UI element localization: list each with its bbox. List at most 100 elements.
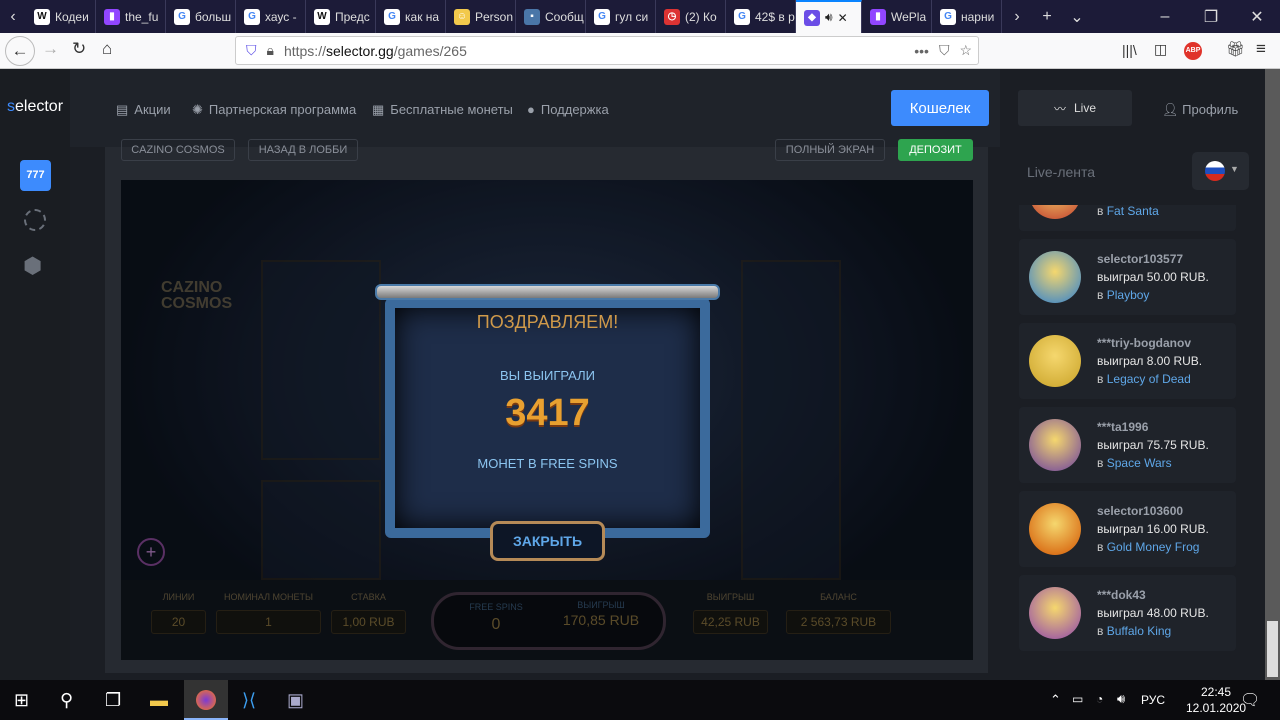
restore-icon[interactable]: ❐ (1188, 7, 1234, 27)
browser-tab[interactable]: Gнарни (932, 0, 1002, 33)
live-feed-item[interactable]: в Fat Santa (1019, 205, 1236, 231)
browser-tab[interactable]: W Кодеи (26, 0, 96, 33)
firefox-taskbar-button[interactable] (184, 680, 228, 720)
new-tab-icon[interactable]: + (1032, 8, 1062, 26)
cube-icon[interactable]: ⬢ (23, 253, 42, 279)
feed-game-link[interactable]: Legacy of Dead (1107, 372, 1191, 386)
app-icon[interactable]: ▣ (287, 690, 304, 711)
fullscreen-button[interactable]: ПОЛНЫЙ ЭКРАН (775, 139, 885, 161)
browser-tab[interactable]: Gхаус - (236, 0, 306, 33)
browser-tab[interactable]: ▮ WePla (862, 0, 932, 33)
nav-free-coins[interactable]: ▦ Бесплатные монеты (372, 102, 513, 118)
feed-win-text: выиграл 75.75 RUB. (1097, 438, 1209, 452)
live-feed-item[interactable]: ***triy-bogdanov выиграл 8.00 RUB. в Leg… (1019, 323, 1236, 399)
live-feed-item[interactable]: ***ta1996 выиграл 75.75 RUB. в Space War… (1019, 407, 1236, 483)
browser-tab-bar: ‹ W Кодеи ▮ the_fu Gбольш Gхаус - W Предс Gкак н… (0, 0, 1280, 33)
gift-icon[interactable]: 🎁︎ (1226, 40, 1245, 58)
win-dialog: ПОЗДРАВЛЯЕМ! ВЫ ВЫИГРАЛИ 3417 МОНЕТ В FR… (355, 280, 740, 561)
live-feed-item[interactable]: selector103577 выиграл 50.00 RUB. в Play… (1019, 239, 1236, 315)
you-won-label: ВЫ ВЫИГРАЛИ (500, 368, 595, 383)
deposit-button[interactable]: ДЕПОЗИТ (898, 139, 973, 161)
nav-promotions[interactable]: ▤ Акции (116, 102, 171, 118)
game-avatar[interactable] (1029, 251, 1081, 303)
tab-scroll-left-icon[interactable]: ‹ (0, 8, 26, 26)
forward-icon[interactable]: → (42, 39, 59, 59)
wallet-button[interactable]: Кошелек (891, 90, 989, 126)
russia-flag-icon (1205, 161, 1225, 181)
file-explorer-icon[interactable]: ▬ (150, 690, 168, 711)
notifications-icon[interactable]: 🗨︎ (1240, 690, 1260, 710)
browser-tab[interactable]: G 42$ в р (726, 0, 796, 33)
browser-tab[interactable]: ◆ 🔊︎ ✕ (796, 0, 862, 33)
close-window-icon[interactable]: ✕ (1234, 7, 1280, 27)
minimize-icon[interactable]: – (1142, 8, 1188, 26)
browser-tab[interactable]: W Предс (306, 0, 376, 33)
slots-icon[interactable]: 777 (20, 160, 51, 191)
volume-icon[interactable]: 🔊︎ (1117, 691, 1125, 707)
scrollbar-thumb[interactable] (1267, 621, 1278, 677)
browser-tab[interactable]: ▪ Сообщ (516, 0, 586, 33)
feed-game-link[interactable]: Space Wars (1107, 456, 1172, 470)
vscode-icon[interactable]: ⟩⟨ (242, 690, 256, 711)
scrollbar[interactable] (1265, 69, 1280, 680)
game-avatar[interactable] (1029, 335, 1081, 387)
site-logo[interactable]: selector (7, 98, 63, 116)
feed-game-link[interactable]: Playboy (1107, 288, 1150, 302)
game-canvas[interactable]: CAZINO COSMOS + ЛИНИИ 20 НОМИНАЛ МОНЕТЫ … (121, 180, 973, 660)
browser-tab[interactable]: ◷ (2) Ко (656, 0, 726, 33)
back-icon[interactable]: ← (5, 36, 35, 66)
browser-tab[interactable]: Gгул си (586, 0, 656, 33)
wifi-icon[interactable]: ◔ (1096, 692, 1103, 706)
browser-tab[interactable]: Gбольш (166, 0, 236, 33)
browser-tab[interactable]: Gкак на (376, 0, 446, 33)
language-indicator[interactable]: РУС (1141, 693, 1165, 707)
tab-list-icon[interactable]: ⌄ (1062, 7, 1092, 27)
feed-game: в Playboy (1097, 288, 1150, 302)
url-bar[interactable]: ⛉ 🔒︎ https://selector.gg/games/265 ••• ⛉… (235, 36, 979, 65)
clock[interactable]: 22:45 12.01.2020 (1186, 684, 1246, 716)
feed-win-text: выиграл 48.00 RUB. (1097, 606, 1209, 620)
windows-start-icon[interactable]: ⊞ (14, 690, 29, 711)
bookmark-star-icon[interactable]: ☆ (959, 42, 972, 59)
tab-label: Предс (335, 9, 370, 24)
feed-game-link[interactable]: Fat Santa (1107, 205, 1159, 218)
library-icon[interactable]: |||\ (1122, 42, 1137, 58)
nav-partner-program[interactable]: ✺ Партнерская программа (192, 102, 356, 118)
tab-scroll-right-icon[interactable]: › (1002, 8, 1032, 26)
more-icon[interactable]: ••• (914, 43, 929, 59)
live-feed-item[interactable]: selector103600 выиграл 16.00 RUB. в Gold… (1019, 491, 1236, 567)
roulette-icon[interactable] (24, 209, 46, 231)
game-avatar[interactable] (1029, 587, 1081, 639)
battery-icon[interactable]: ▭ (1072, 692, 1083, 706)
feed-username: selector103600 (1097, 504, 1184, 518)
task-view-icon[interactable]: ❐ (105, 690, 121, 711)
browser-tab[interactable]: ☺ Person (446, 0, 516, 33)
game-name-button[interactable]: CAZINO COSMOS (121, 139, 235, 161)
back-to-lobby-button[interactable]: НАЗАД В ЛОББИ (248, 139, 358, 161)
nav-support[interactable]: ● Поддержка (527, 102, 609, 117)
live-feed-item[interactable]: ***dok43 выиграл 48.00 RUB. в Buffalo Ki… (1019, 575, 1236, 651)
adblock-icon[interactable]: ABP (1184, 42, 1202, 60)
feed-game-link[interactable]: Buffalo King (1107, 624, 1172, 638)
audio-icon[interactable]: 🔊︎ (825, 10, 833, 25)
menu-icon[interactable]: ≡ (1256, 39, 1266, 59)
search-icon[interactable]: ⚲ (60, 690, 73, 711)
tab-label: хаус - (265, 9, 297, 24)
close-dialog-button[interactable]: ЗАКРЫТЬ (490, 521, 605, 561)
feed-game-link[interactable]: Gold Money Frog (1107, 540, 1200, 554)
tray-expand-icon[interactable]: ⌃ (1050, 692, 1061, 708)
live-button[interactable]: 〰 Live (1018, 90, 1132, 126)
clock-favicon-icon: ◷ (664, 8, 680, 25)
home-icon[interactable]: ⌂ (102, 39, 112, 59)
sidebar-icon[interactable]: ◫ (1154, 41, 1167, 58)
reload-icon[interactable]: ↻ (72, 39, 86, 59)
profile-link[interactable]: 👤︎ Профиль (1162, 102, 1238, 118)
language-select[interactable]: ▼ (1192, 152, 1249, 190)
chat-favicon-icon: ▪ (524, 8, 540, 25)
pocket-icon[interactable]: ⛉ (939, 42, 950, 59)
game-avatar[interactable] (1029, 503, 1081, 555)
game-avatar[interactable] (1029, 205, 1081, 219)
game-avatar[interactable] (1029, 419, 1081, 471)
browser-tab[interactable]: ▮ the_fu (96, 0, 166, 33)
close-tab-icon[interactable]: ✕ (838, 11, 848, 25)
